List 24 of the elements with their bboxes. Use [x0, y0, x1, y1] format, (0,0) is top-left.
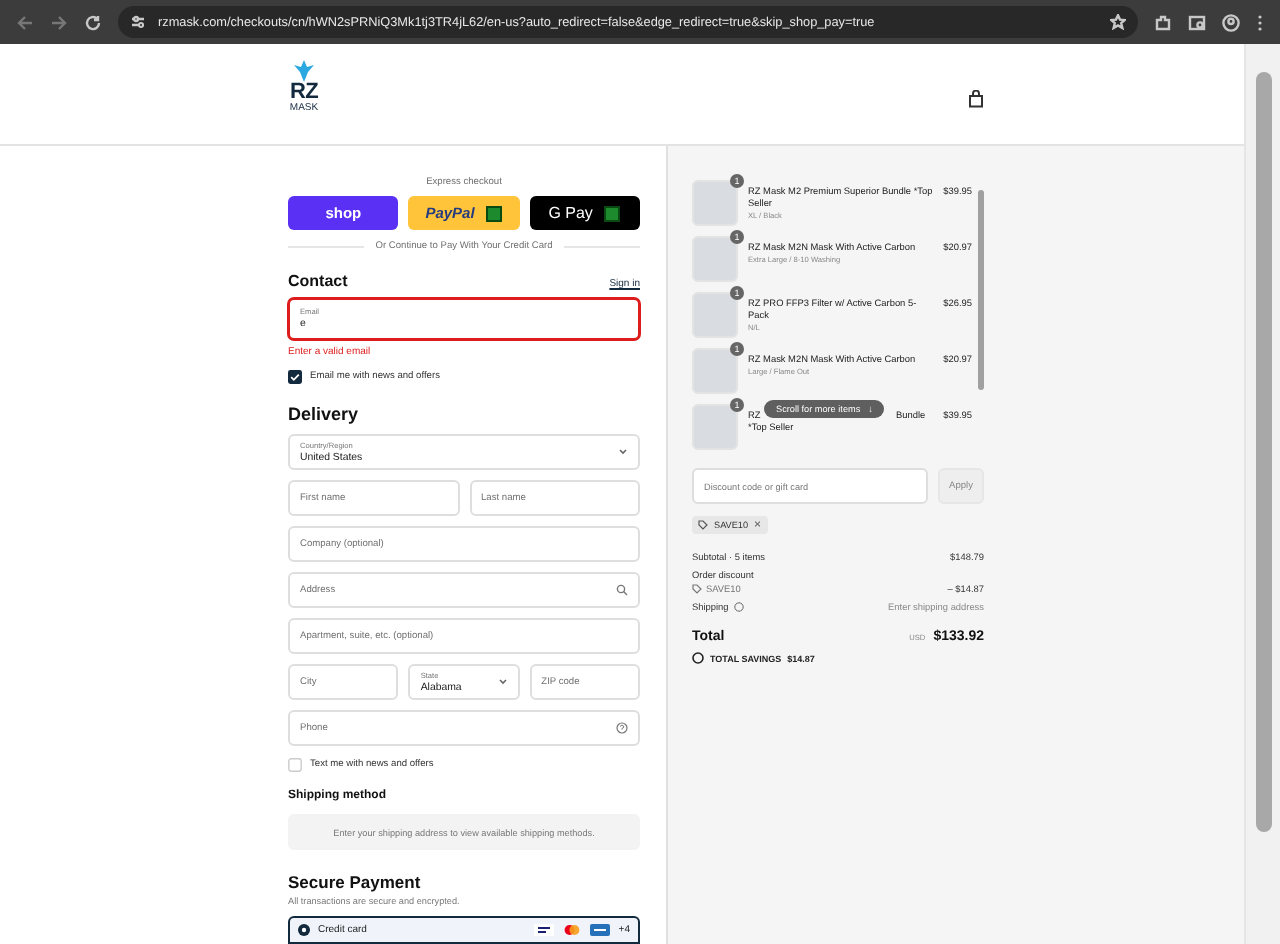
- page-scrollbar[interactable]: [1255, 72, 1271, 832]
- shopping-bag-icon[interactable]: [968, 90, 984, 108]
- section-heading: Secure Payment: [288, 872, 421, 892]
- section-heading: Contact: [288, 272, 348, 290]
- gpay-pay-button[interactable]: G Pay: [529, 196, 640, 230]
- tab-search-icon[interactable]: [1188, 13, 1206, 31]
- more-menu-icon[interactable]: [1256, 13, 1264, 31]
- search-icon: [616, 584, 628, 596]
- reload-icon[interactable]: [84, 13, 102, 31]
- checkbox[interactable]: [288, 758, 302, 772]
- chevron-down-icon: [497, 678, 508, 686]
- star-icon[interactable]: [1110, 14, 1126, 30]
- radio-button[interactable]: [298, 924, 310, 936]
- section-heading: Delivery: [288, 404, 359, 424]
- card-brand-icon: [534, 924, 555, 936]
- back-arrow-icon[interactable]: [16, 13, 34, 31]
- card-brand-icon: [562, 924, 583, 936]
- chevron-down-icon: [618, 448, 628, 456]
- card-brand-icon: [590, 924, 611, 936]
- star-mark-icon: [294, 60, 314, 82]
- forward-arrow-icon[interactable]: [50, 13, 68, 31]
- site-settings-icon[interactable]: [130, 14, 146, 30]
- extensions-icon[interactable]: [1154, 13, 1172, 31]
- profile-icon[interactable]: [1222, 13, 1240, 31]
